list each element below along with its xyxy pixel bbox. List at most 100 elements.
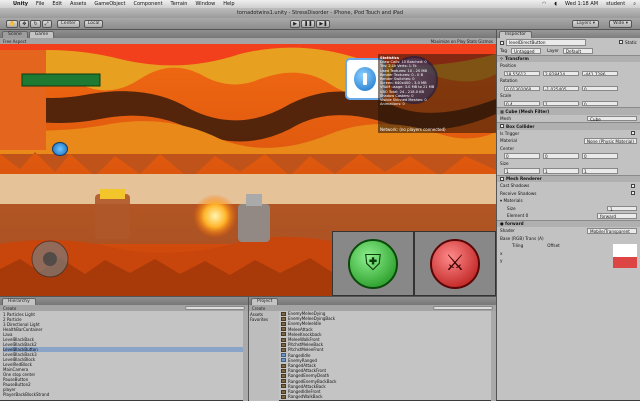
- user-menu[interactable]: student: [602, 1, 629, 7]
- mesh-renderer-checkbox[interactable]: [500, 176, 504, 181]
- mesh-renderer-header[interactable]: Mesh Renderer: [497, 174, 640, 182]
- tab-project[interactable]: Project: [251, 298, 279, 305]
- active-checkbox[interactable]: [500, 40, 504, 45]
- tab-scene[interactable]: Scene: [2, 31, 28, 38]
- sword-icon: ⚔: [430, 238, 480, 289]
- materials-size-field[interactable]: 1: [607, 205, 637, 211]
- object-name-field[interactable]: levelDirectButton: [506, 39, 586, 46]
- position-y[interactable]: 2.828424: [543, 70, 579, 76]
- project-scrollbar[interactable]: [491, 311, 496, 401]
- project-file-item[interactable]: RangedWalkBack: [281, 394, 497, 399]
- materials-row[interactable]: ▾ Materials: [497, 197, 640, 205]
- project-file-list: EnemyMeleeDying EnemyMeleeDyingBack EnemyM…: [281, 311, 497, 401]
- menu-terrain[interactable]: Terrain: [167, 1, 192, 7]
- rotation-y[interactable]: -1.025405: [543, 85, 579, 91]
- menu-window[interactable]: Window: [191, 1, 219, 7]
- texture-thumbnail[interactable]: [613, 244, 637, 268]
- menu-help[interactable]: Help: [219, 1, 238, 7]
- pivot-label: Center: [60, 21, 76, 26]
- pause-icon-ingame: [354, 67, 376, 91]
- space-toggle[interactable]: Local: [83, 19, 104, 28]
- wifi-icon[interactable]: ◠: [538, 1, 550, 7]
- hierarchy-item[interactable]: PlayerBackBlockStrand: [3, 392, 245, 397]
- hand-tool-button[interactable]: ✋: [6, 19, 19, 28]
- mesh-field[interactable]: Cube: [587, 115, 637, 121]
- project-create-button[interactable]: Create: [252, 306, 265, 311]
- menu-assets[interactable]: Assets: [66, 1, 90, 7]
- move-tool-button[interactable]: ✥: [19, 19, 30, 28]
- hierarchy-search-input[interactable]: [185, 306, 245, 310]
- pivot-toggle[interactable]: Center: [56, 19, 80, 28]
- center-z[interactable]: 0: [582, 153, 618, 159]
- shield-button[interactable]: ⛨: [332, 231, 414, 296]
- rotate-tool-button[interactable]: ↻: [30, 19, 41, 28]
- animation-file-icon: [281, 342, 286, 347]
- game-view-options[interactable]: Maximize on Play Stats Gizmos: [431, 39, 493, 44]
- spotlight-icon[interactable]: ⌕: [629, 1, 640, 7]
- menu-file[interactable]: File: [32, 1, 48, 7]
- box-collider-checkbox[interactable]: [500, 124, 504, 129]
- receive-shadows-checkbox[interactable]: [631, 191, 635, 196]
- position-z[interactable]: -441.7286: [582, 70, 618, 76]
- menu-gameobject[interactable]: GameObject: [90, 1, 129, 7]
- mesh-filter-header[interactable]: ▦ Cube (Mesh Filter): [497, 107, 640, 115]
- scale-x[interactable]: 0.4: [504, 100, 540, 106]
- tab-game[interactable]: Game: [28, 31, 55, 38]
- window-title: tornadotwins1.unity - StressDisorder - i…: [236, 10, 404, 16]
- tab-hierarchy[interactable]: Hierarchy: [2, 298, 36, 305]
- scale-z[interactable]: 0: [582, 100, 618, 106]
- inspector-panel: Inspector levelDirectButton Static Tag U…: [496, 30, 640, 400]
- folder-favorites[interactable]: Favorites: [250, 317, 278, 322]
- play-button[interactable]: ▶: [290, 19, 300, 28]
- aspect-dropdown[interactable]: Free Aspect: [3, 39, 26, 44]
- material-field[interactable]: None (Physic Material): [583, 138, 637, 144]
- scale-tool-button[interactable]: ⤢: [41, 19, 52, 28]
- size-y[interactable]: 1: [543, 168, 579, 174]
- project-search-input[interactable]: [433, 306, 493, 310]
- hand-icon: ✋: [9, 20, 16, 27]
- shader-label: Shader: [500, 228, 515, 234]
- box-collider-header[interactable]: Box Collider: [497, 122, 640, 130]
- shader-dropdown[interactable]: Mobile/Transparent: [587, 228, 637, 234]
- center-y[interactable]: 0: [543, 153, 579, 159]
- scale-y[interactable]: 1: [543, 100, 579, 106]
- rotation-z[interactable]: 0: [582, 85, 618, 91]
- menu-edit[interactable]: Edit: [48, 1, 66, 7]
- size-x[interactable]: 1: [504, 168, 540, 174]
- layout-dropdown[interactable]: Wide ▾: [609, 19, 632, 28]
- clock[interactable]: Wed 1:18 AM: [561, 1, 602, 7]
- hierarchy-create-button[interactable]: Create: [3, 306, 16, 311]
- center-x[interactable]: 0: [504, 153, 540, 159]
- cast-shadows-label: Cast Shadows: [500, 183, 530, 189]
- animation-file-icon: [281, 384, 286, 389]
- step-button[interactable]: ▶❚: [316, 19, 331, 28]
- static-checkbox[interactable]: Static: [619, 40, 637, 45]
- layers-dropdown[interactable]: Layers ▾: [572, 19, 600, 28]
- transform-title: Transform: [504, 56, 529, 62]
- mesh-row: Mesh Cube: [497, 115, 640, 123]
- receive-shadows-label: Receive Shadows: [500, 190, 537, 196]
- tab-inspector[interactable]: Inspector: [499, 31, 532, 38]
- mesh-renderer-title: Mesh Renderer: [506, 176, 542, 182]
- menu-unity[interactable]: Unity: [9, 1, 32, 7]
- size-z[interactable]: 1: [582, 168, 618, 174]
- layer-dropdown[interactable]: Default: [562, 48, 593, 54]
- menu-component[interactable]: Component: [130, 1, 167, 7]
- cast-shadows-checkbox[interactable]: [631, 183, 635, 188]
- material-header[interactable]: ● forward: [497, 219, 640, 227]
- hierarchy-panel: Hierarchy Create 1 Particles Light 2 Part…: [0, 296, 248, 401]
- pause-button[interactable]: ❚❚: [301, 19, 316, 28]
- animation-file-icon: [281, 337, 286, 342]
- volume-icon[interactable]: ◖: [550, 1, 561, 7]
- tag-dropdown[interactable]: Untagged: [511, 48, 542, 54]
- box-collider-title: Box Collider: [506, 123, 535, 129]
- transform-header[interactable]: ⊹ Transform: [497, 54, 640, 62]
- element0-field[interactable]: forward: [597, 213, 637, 219]
- position-x[interactable]: 18.55612: [504, 70, 540, 76]
- attack-button[interactable]: ⚔: [414, 231, 496, 296]
- game-viewport[interactable]: ⛨ ⚔ Statistics Draw Calls: 15 Batched: 0…: [0, 44, 496, 296]
- animation-file-icon: [281, 363, 286, 368]
- trigger-label: Is Trigger: [500, 130, 520, 136]
- trigger-checkbox[interactable]: [631, 131, 635, 136]
- rotation-x[interactable]: 0.01302060: [504, 85, 540, 91]
